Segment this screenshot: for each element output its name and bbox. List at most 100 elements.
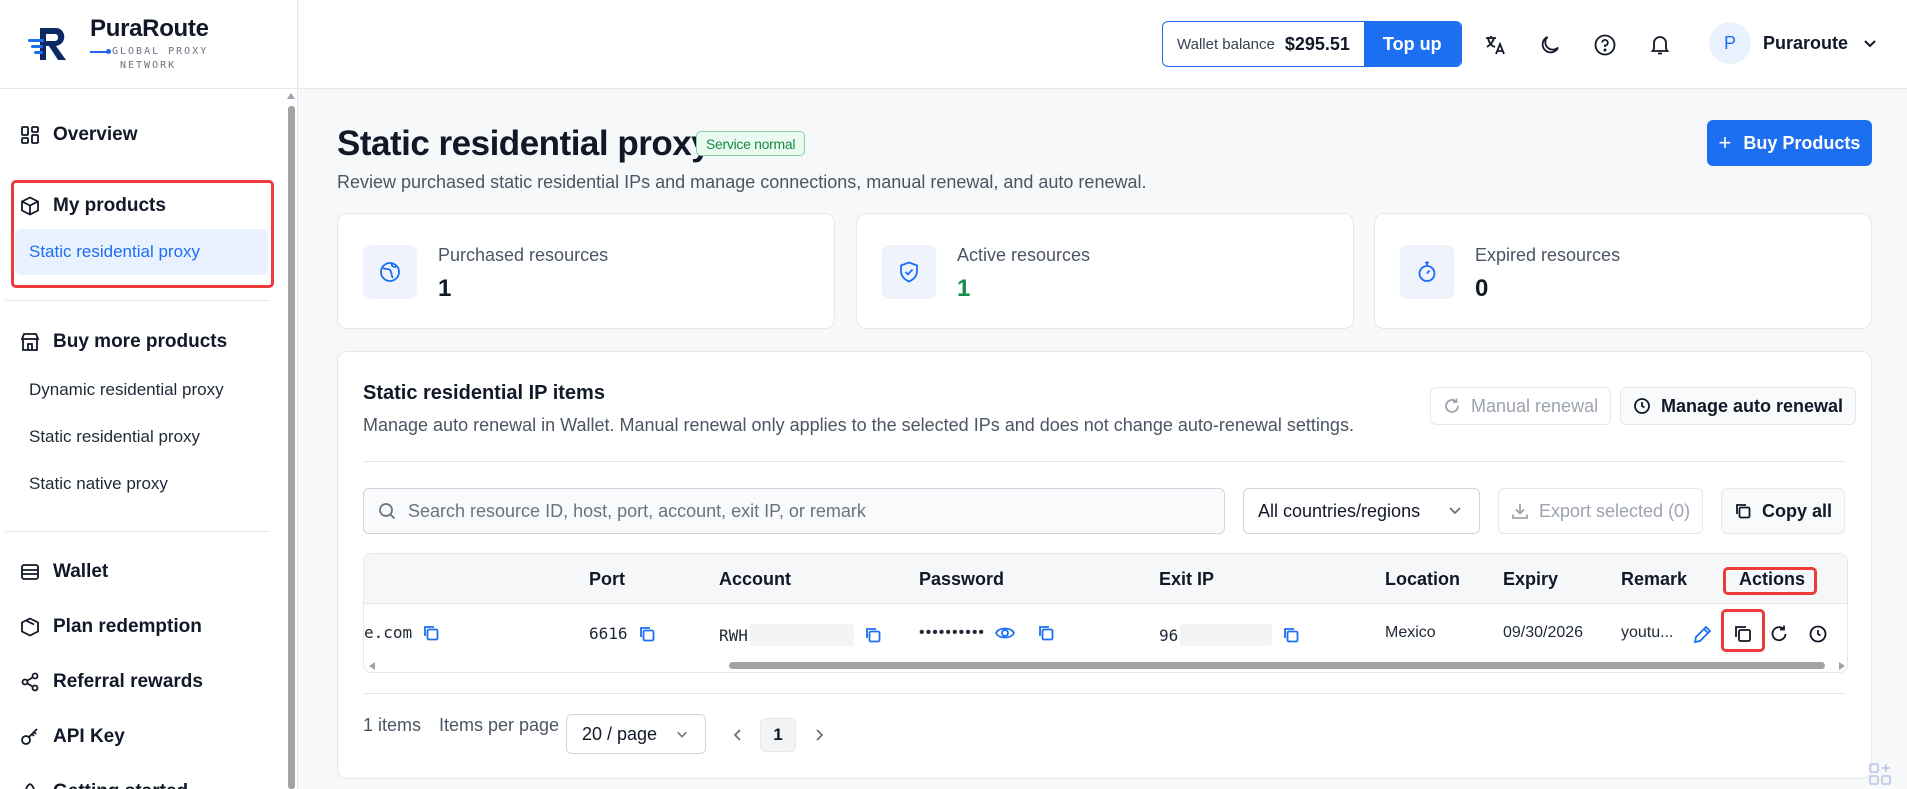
stat-card-expired: Expired resources 0 xyxy=(1374,213,1872,329)
ip-items-table: Port Account Password Exit IP Location E… xyxy=(363,553,1848,673)
stat-value: 0 xyxy=(1475,275,1489,302)
sidebar-item-label: Wallet xyxy=(53,561,109,582)
country-region-select[interactable]: All countries/regions xyxy=(1243,488,1480,534)
plus-icon: + xyxy=(1718,130,1732,155)
scroll-left-arrow[interactable] xyxy=(369,662,375,670)
package-box-icon xyxy=(21,196,39,216)
cell-password: •••••••••• xyxy=(919,624,1055,642)
sidebar-scrollbar[interactable] xyxy=(288,106,295,789)
sidebar-item-wallet[interactable]: Wallet xyxy=(20,561,108,583)
sidebar-item-static-residential-active[interactable]: Static residential proxy xyxy=(15,229,268,275)
renew-refresh-icon[interactable] xyxy=(1769,624,1789,644)
chevron-right-icon[interactable] xyxy=(812,727,826,743)
user-menu[interactable]: P Puraroute xyxy=(1709,22,1878,64)
cell-account: RWH xyxy=(719,624,882,646)
export-selected-button[interactable]: Export selected (0) xyxy=(1498,488,1704,534)
brand-tagline: GLOBAL PROXY NETWORK xyxy=(90,45,209,73)
account-value: RWH xyxy=(719,625,748,645)
sidebar-divider xyxy=(5,300,270,301)
avatar: P xyxy=(1709,22,1751,64)
chevron-down-icon xyxy=(677,731,687,738)
apps-sparkle-icon[interactable] xyxy=(1868,762,1892,786)
exit-ip-value: 96 xyxy=(1159,625,1179,645)
total-items: 1 items xyxy=(363,715,422,735)
cell-port: 6616 xyxy=(589,624,656,643)
sidebar-divider xyxy=(5,531,270,532)
sidebar-item-label: Overview xyxy=(53,124,138,145)
manual-renewal-button[interactable]: Manual renewal xyxy=(1430,387,1612,425)
dark-mode-moon-icon[interactable] xyxy=(1538,33,1562,57)
edit-pencil-icon[interactable] xyxy=(1691,624,1713,646)
table-horizontal-scrollbar[interactable] xyxy=(729,662,1825,669)
sidebar-item-buy-more[interactable]: Buy more products xyxy=(20,331,227,353)
copy-all-button[interactable]: Copy all xyxy=(1721,488,1846,534)
shield-check-icon xyxy=(882,245,936,299)
scroll-right-arrow[interactable] xyxy=(1839,662,1845,670)
translate-icon[interactable] xyxy=(1483,33,1507,57)
buy-products-button[interactable]: + Buy Products xyxy=(1707,120,1872,166)
help-icon[interactable] xyxy=(1593,33,1617,57)
sidebar-item-static-native[interactable]: Static native proxy xyxy=(29,474,168,494)
copy-icon[interactable] xyxy=(1037,624,1055,642)
sidebar-item-static-residential[interactable]: Static residential proxy xyxy=(29,427,200,447)
search-placeholder: Search resource ID, host, port, account,… xyxy=(408,500,866,521)
buy-products-label: Buy Products xyxy=(1743,132,1861,153)
dashboard-grid-icon xyxy=(21,126,39,144)
copy-icon[interactable] xyxy=(638,625,656,643)
brand-name: PuraRoute xyxy=(90,15,209,42)
table-header: Port Account Password Exit IP Location E… xyxy=(364,554,1847,604)
brand-tagline-1: GLOBAL PROXY xyxy=(112,46,209,57)
auto-renew-clock-icon[interactable] xyxy=(1808,624,1828,644)
download-icon xyxy=(1512,504,1528,519)
column-header-port: Port xyxy=(589,569,625,589)
column-header-exit-ip: Exit IP xyxy=(1159,569,1215,589)
copy-icon xyxy=(1736,504,1751,519)
highlight-box-actions-header xyxy=(1723,567,1817,595)
manage-auto-renewal-button[interactable]: Manage auto renewal xyxy=(1620,387,1857,425)
panel-title: Static residential IP items xyxy=(363,382,605,404)
sidebar-item-overview[interactable]: Overview xyxy=(20,124,138,146)
chevron-down-icon xyxy=(1449,507,1461,515)
top-bar: Wallet balance $295.51 Top up P Purarout… xyxy=(299,0,1907,89)
copy-all-label: Copy all xyxy=(1762,500,1833,521)
search-icon xyxy=(379,503,396,520)
clock-icon xyxy=(1634,398,1650,414)
top-up-button[interactable]: Top up xyxy=(1363,22,1461,66)
sidebar-item-getting-started[interactable]: Getting started xyxy=(20,781,188,789)
eye-icon[interactable] xyxy=(995,624,1016,642)
sidebar-item-dynamic-residential[interactable]: Dynamic residential proxy xyxy=(29,380,224,400)
refresh-icon xyxy=(1445,398,1459,413)
page-button-current[interactable]: 1 xyxy=(760,718,796,752)
manage-auto-renewal-label: Manage auto renewal xyxy=(1661,395,1844,416)
host-value: e.com xyxy=(364,623,413,642)
store-icon xyxy=(20,333,40,351)
sidebar-item-my-products[interactable]: My products xyxy=(20,195,166,217)
notification-bell-icon[interactable] xyxy=(1648,33,1672,57)
share-icon xyxy=(21,672,39,692)
sidebar-item-referral[interactable]: Referral rewards xyxy=(20,671,203,693)
items-per-page-select[interactable]: 20 / page xyxy=(566,714,706,754)
sidebar-item-api-key[interactable]: API Key xyxy=(20,726,125,748)
brand[interactable]: PuraRoute GLOBAL PROXY NETWORK xyxy=(0,0,297,89)
search-input[interactable]: Search resource ID, host, port, account,… xyxy=(363,488,1225,534)
chevron-left-icon[interactable] xyxy=(731,727,745,743)
sidebar-item-plan-redemption[interactable]: Plan redemption xyxy=(20,616,202,638)
wallet-balance-label: Wallet balance xyxy=(1177,35,1275,53)
column-header-password: Password xyxy=(919,569,1005,589)
wallet-icon xyxy=(21,564,39,580)
copy-row-icon[interactable] xyxy=(1733,624,1753,644)
sidebar-scroll-up-arrow[interactable] xyxy=(287,93,295,99)
copy-icon[interactable] xyxy=(1282,626,1300,644)
brand-tagline-2: NETWORK xyxy=(120,60,177,71)
panel-description: Manage auto renewal in Wallet. Manual re… xyxy=(363,415,1354,435)
stopwatch-icon xyxy=(1400,245,1454,299)
stat-value: 1 xyxy=(438,275,452,302)
wallet-balance-amount: $295.51 xyxy=(1284,33,1350,54)
column-header-location: Location xyxy=(1385,569,1460,589)
key-icon xyxy=(21,728,38,745)
stat-card-purchased: Purchased resources 1 xyxy=(337,213,835,329)
wallet-balance-widget: Wallet balance $295.51 Top up xyxy=(1162,21,1462,67)
copy-icon[interactable] xyxy=(422,624,440,642)
page-title: Static residential proxy xyxy=(337,124,711,163)
copy-icon[interactable] xyxy=(864,626,882,644)
